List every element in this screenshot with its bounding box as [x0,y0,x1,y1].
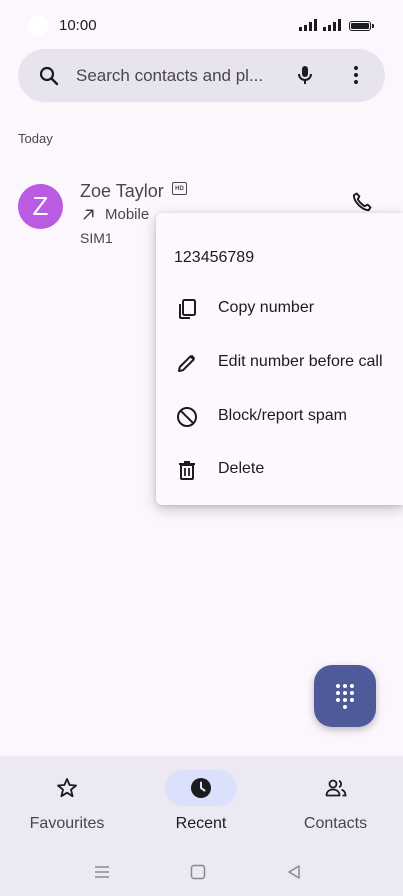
nav-item-recent[interactable]: Recent [134,756,268,846]
star-icon [57,778,77,798]
search-bar[interactable]: Search contacts and pl... [18,49,385,102]
system-navigation-bar [0,858,403,888]
contact-name: Zoe Taylor [80,181,164,201]
sim-label: SIM1 [80,230,113,246]
pencil-icon [178,354,196,372]
nav-label: Contacts [303,815,368,832]
people-icon [325,779,347,797]
menu-phone-number: 123456789 [174,249,255,266]
status-bar: 10:00 [0,0,403,52]
more-options-icon[interactable] [344,63,368,87]
copy-icon [179,299,196,319]
clock-icon [191,778,211,798]
phone-icon[interactable] [350,190,374,214]
menu-item-edit-number[interactable]: Edit number before call [156,337,403,389]
wifi-signal-icon [299,19,317,31]
outgoing-call-arrow-icon [83,209,94,220]
menu-item-label: Copy number [218,299,315,316]
menu-item-label: Block/report spam [218,407,347,424]
nav-item-contacts[interactable]: Contacts [268,756,403,846]
nav-label: Recent [175,815,227,832]
search-icon [39,66,59,86]
recent-apps-icon[interactable] [92,862,112,882]
back-icon[interactable] [284,862,304,882]
status-time: 10:00 [59,17,97,34]
mic-icon[interactable] [293,63,317,87]
menu-item-label: Edit number before call [218,353,383,370]
hd-badge: HD [172,182,187,195]
camera-cutout [28,15,49,36]
trash-icon [179,461,195,480]
cell-signal-icon [323,19,341,31]
call-context-menu: 123456789 Copy number Edit number before… [156,213,403,505]
block-icon [177,407,197,427]
nav-label: Favourites [29,815,105,832]
system-icons [299,19,374,31]
menu-item-delete[interactable]: Delete [156,444,403,496]
section-label-today: Today [18,131,53,146]
dialpad-icon [336,684,354,709]
call-type: Mobile [105,206,150,223]
dialpad-button[interactable] [314,665,376,727]
battery-icon [349,21,374,31]
home-icon[interactable] [188,862,208,882]
menu-item-label: Delete [218,460,265,477]
avatar[interactable]: Z [18,184,63,229]
menu-item-block-spam[interactable]: Block/report spam [156,391,403,443]
search-input[interactable]: Search contacts and pl... [76,66,276,86]
menu-item-copy-number[interactable]: Copy number [156,283,403,335]
nav-item-favourites[interactable]: Favourites [0,756,134,846]
